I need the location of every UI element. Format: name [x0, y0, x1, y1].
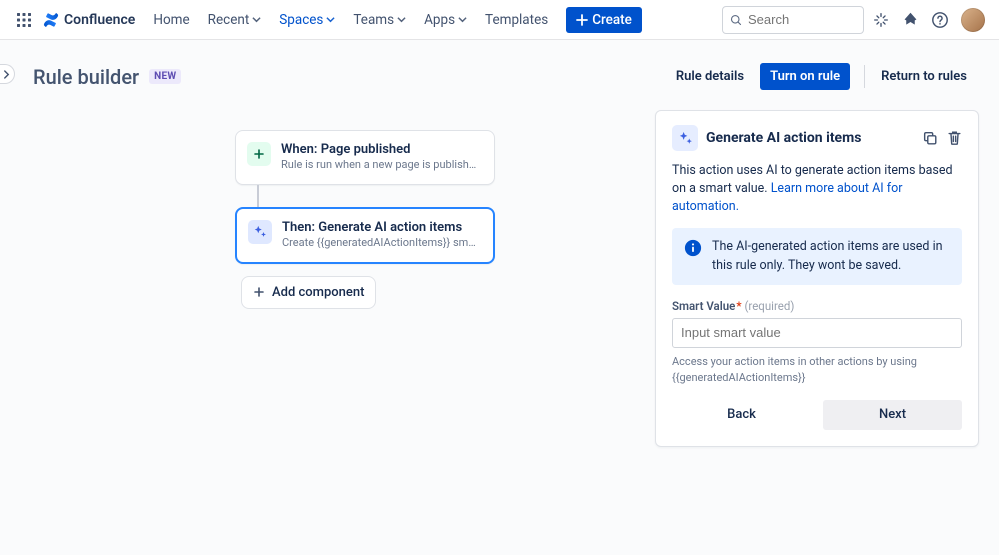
info-text: The AI-generated action items are used i…: [712, 238, 950, 274]
turn-on-rule-button[interactable]: Turn on rule: [760, 63, 850, 90]
nav-spaces[interactable]: Spaces: [271, 8, 343, 32]
next-button[interactable]: Next: [823, 400, 962, 430]
field-label: Smart Value*(required): [672, 299, 962, 313]
product-logo[interactable]: Confluence: [42, 11, 135, 29]
duplicate-icon[interactable]: [922, 130, 938, 146]
delete-icon[interactable]: [947, 130, 962, 146]
return-to-rules-link[interactable]: Return to rules: [864, 65, 969, 88]
add-component-button[interactable]: Add component: [241, 276, 376, 309]
panel-description: This action uses AI to generate action i…: [672, 162, 962, 216]
nav-links: Home Recent Spaces Teams Apps Templates: [145, 8, 556, 32]
search-icon: [730, 13, 742, 27]
field-hint: Access your action items in other action…: [672, 354, 962, 386]
avatar[interactable]: [961, 8, 985, 32]
sparkle-icon: [248, 220, 272, 244]
product-name: Confluence: [64, 12, 135, 28]
page-title: Rule builder: [33, 65, 139, 89]
sparkle-icon: [672, 125, 698, 151]
search-field[interactable]: [722, 6, 864, 34]
main-area: Rule builder NEW Rule details Turn on ru…: [0, 40, 999, 555]
page-header: Rule builder NEW Rule details Turn on ru…: [33, 63, 969, 90]
flow-column: When: Page published Rule is run when a …: [235, 130, 495, 309]
confluence-icon: [42, 11, 60, 29]
smart-value-input[interactable]: [672, 318, 962, 348]
rule-details-link[interactable]: Rule details: [674, 65, 746, 88]
nav-recent[interactable]: Recent: [200, 8, 270, 32]
new-lozenge: NEW: [149, 69, 181, 84]
then-title: Then: Generate AI action items: [282, 220, 479, 235]
notifications-icon[interactable]: [902, 11, 919, 28]
flow-connector: [257, 185, 259, 207]
plus-icon: [253, 286, 265, 298]
info-box: The AI-generated action items are used i…: [672, 228, 962, 284]
top-nav: Confluence Home Recent Spaces Teams Apps…: [0, 0, 999, 40]
plus-icon: [247, 142, 271, 166]
discover-icon[interactable]: [872, 11, 890, 29]
create-button[interactable]: Create: [566, 7, 642, 33]
nav-home[interactable]: Home: [145, 8, 197, 32]
panel-title: Generate AI action items: [706, 130, 914, 146]
then-card[interactable]: Then: Generate AI action items Create {{…: [235, 207, 495, 264]
back-button[interactable]: Back: [672, 400, 811, 430]
details-panel: Generate AI action items This action use…: [655, 110, 979, 447]
then-subtitle: Create {{generatedAIActionItems}} smart …: [282, 236, 479, 251]
search-input[interactable]: [748, 12, 856, 27]
when-title: When: Page published: [281, 142, 480, 157]
nav-templates[interactable]: Templates: [477, 8, 556, 32]
nav-teams[interactable]: Teams: [345, 8, 414, 32]
when-subtitle: Rule is run when a new page is published…: [281, 158, 480, 173]
when-card[interactable]: When: Page published Rule is run when a …: [235, 130, 495, 185]
nav-apps[interactable]: Apps: [416, 8, 475, 32]
info-icon: [684, 239, 702, 257]
help-icon[interactable]: [931, 11, 949, 29]
app-switcher-icon[interactable]: [14, 10, 34, 30]
